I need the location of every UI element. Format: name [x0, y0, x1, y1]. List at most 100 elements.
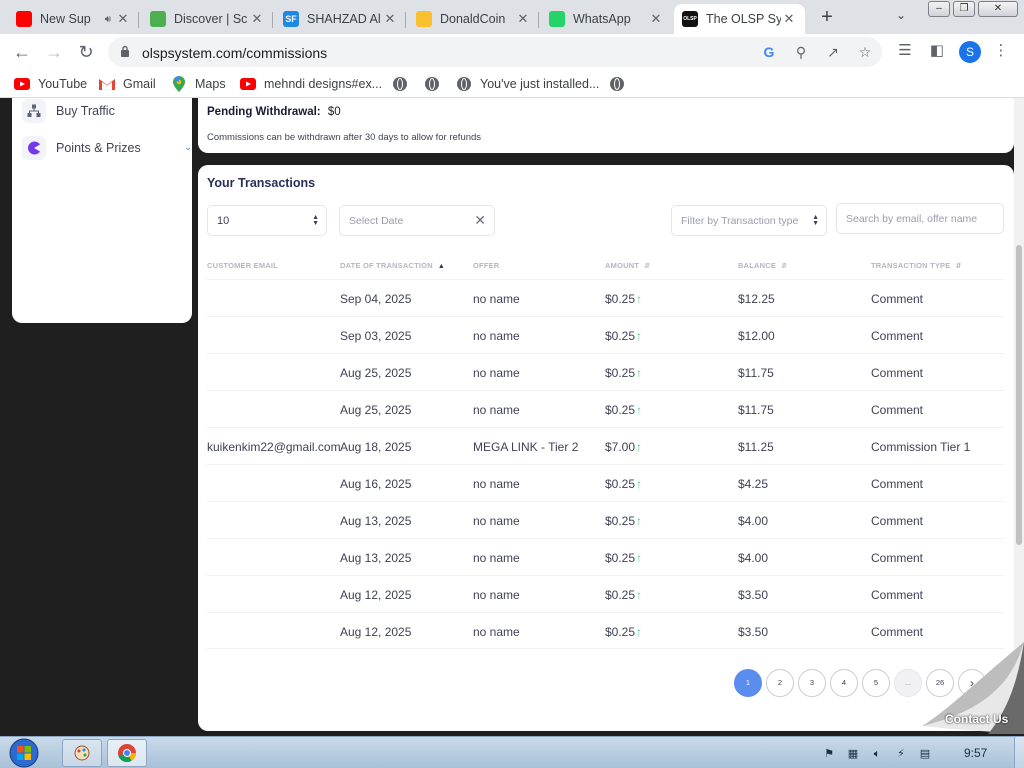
- transaction-type-select[interactable]: Filter by Transaction type ▲ ▼: [671, 205, 827, 236]
- column-amount[interactable]: AMOUNT ⇵: [605, 261, 650, 270]
- date-filter-input[interactable]: Select Date ✕: [339, 205, 495, 236]
- cell-type: Comment: [871, 588, 924, 602]
- back-arrow-icon[interactable]: ←: [10, 40, 34, 64]
- new-tab-button[interactable]: +: [816, 6, 838, 28]
- scrollbar-thumb[interactable]: [1016, 245, 1022, 545]
- notes-tray-icon[interactable]: ▤: [918, 747, 932, 761]
- cell-balance: $12.00: [738, 329, 775, 343]
- page-button[interactable]: 4: [830, 669, 858, 697]
- power-icon[interactable]: ⚡︎: [894, 747, 908, 761]
- profile-avatar[interactable]: S: [959, 41, 981, 63]
- side-panel-icon[interactable]: ◧: [927, 41, 947, 61]
- bookmark-item[interactable]: [392, 76, 408, 92]
- cell-type: Comment: [871, 403, 924, 417]
- column-customer-email[interactable]: CUSTOMER EMAIL: [207, 261, 278, 270]
- page-size-select[interactable]: 10 ▲ ▼: [207, 205, 327, 236]
- select-updown-icon: ▲ ▼: [812, 214, 819, 227]
- bookmark-item[interactable]: You've just installed...: [456, 76, 599, 92]
- bookmark-item[interactable]: mehndi designs#ex...: [240, 76, 382, 92]
- close-tab-icon[interactable]: ✕: [382, 11, 398, 27]
- media-controls-icon[interactable]: ☰: [895, 41, 915, 61]
- minimize-button[interactable]: –: [928, 1, 950, 17]
- bookmark-star-icon[interactable]: ☆: [856, 43, 874, 61]
- page-button[interactable]: 1: [734, 669, 762, 697]
- tab-1[interactable]: New Sup 🔊︎ ✕: [8, 4, 139, 34]
- gmail-icon: [99, 76, 115, 92]
- bookmark-item[interactable]: Gmail: [99, 76, 156, 92]
- taskbar-clock[interactable]: 9:57: [964, 746, 987, 760]
- paint-icon: [74, 745, 90, 761]
- reload-icon[interactable]: ↻: [74, 40, 98, 64]
- table-row: Aug 25, 2025 no name $0.25↑ $11.75 Comment: [207, 353, 1004, 390]
- taskbar-paint-app[interactable]: [62, 739, 102, 767]
- contact-us-link[interactable]: Contact Us: [945, 712, 1008, 726]
- tab-separator: [538, 12, 539, 28]
- share-icon[interactable]: ↗: [824, 43, 842, 61]
- bookmark-item[interactable]: [424, 76, 440, 92]
- forward-arrow-icon[interactable]: →: [42, 40, 66, 64]
- tab-3[interactable]: SF SHAHZAD Al ✕: [275, 4, 406, 34]
- bookmark-label: YouTube: [38, 77, 88, 91]
- sidebar-item-buy-traffic[interactable]: Buy Traffic: [22, 99, 115, 123]
- column-date[interactable]: DATE OF TRANSACTION ▲︎: [340, 261, 445, 270]
- zoom-icon[interactable]: ⚲: [792, 43, 810, 61]
- column-transaction-type[interactable]: TRANSACTION TYPE ⇵: [871, 261, 962, 270]
- cell-offer: no name: [473, 551, 520, 565]
- cell-date: Aug 13, 2025: [340, 551, 412, 565]
- windows-start-icon[interactable]: [4, 738, 44, 768]
- cell-email[interactable]: kuikenkim22@gmail.com: [207, 440, 341, 454]
- google-lens-icon[interactable]: G: [760, 43, 778, 61]
- cell-amount: $0.25↑: [605, 588, 643, 602]
- bookmark-item[interactable]: [609, 76, 625, 92]
- network-tray-icon[interactable]: ▦: [846, 747, 860, 761]
- tab-6[interactable]: OLSP The OLSP Sy ✕: [674, 4, 805, 34]
- bookmark-item[interactable]: Maps: [171, 76, 226, 92]
- close-tab-icon[interactable]: ✕: [249, 11, 265, 27]
- clear-date-icon[interactable]: ✕: [474, 212, 486, 229]
- flag-icon[interactable]: ⚑: [822, 747, 836, 761]
- bookmarks-bar: YouTube Gmail Maps mehndi designs#ex... You'…: [0, 70, 1024, 98]
- audio-playing-icon[interactable]: 🔊︎: [105, 14, 111, 25]
- table-row: kuikenkim22@gmail.com Aug 18, 2025 MEGA LI…: [207, 427, 1004, 464]
- tab-search-chevron-icon[interactable]: ⌄: [896, 8, 906, 22]
- table-row: Sep 04, 2025 no name $0.25↑ $12.25 Comment: [207, 279, 1004, 316]
- cell-offer: no name: [473, 477, 520, 491]
- page-button[interactable]: 2: [766, 669, 794, 697]
- chrome-menu-icon[interactable]: ⋮: [991, 41, 1011, 61]
- globe-icon: [424, 76, 440, 92]
- show-desktop-button[interactable]: [1014, 737, 1024, 768]
- column-balance[interactable]: BALANCE ⇵: [738, 261, 787, 270]
- search-input[interactable]: Search by email, offer name: [836, 203, 1004, 234]
- page-button[interactable]: 5: [862, 669, 890, 697]
- transaction-type-placeholder: Filter by Transaction type: [681, 214, 799, 227]
- sidebar-item-points-prizes[interactable]: Points & Prizes: [22, 136, 141, 160]
- sort-icon: ⇵: [644, 263, 651, 270]
- close-tab-icon[interactable]: ✕: [115, 11, 131, 27]
- chevron-down-icon[interactable]: ⌄: [184, 142, 192, 153]
- bookmark-item[interactable]: YouTube: [14, 76, 87, 92]
- pending-withdrawal: Pending Withdrawal: $0: [207, 106, 341, 118]
- close-window-button[interactable]: ✕: [978, 1, 1018, 17]
- windows-taskbar: ⚑ ▦ 🔈︎ ⚡︎ ▤ 9:57: [0, 736, 1024, 768]
- cell-balance: $11.75: [738, 403, 774, 417]
- column-offer[interactable]: OFFER: [473, 261, 499, 270]
- pending-withdrawal-label: Pending Withdrawal:: [207, 106, 321, 118]
- cell-offer: no name: [473, 514, 520, 528]
- tab-4[interactable]: DonaldCoin ✕: [408, 4, 539, 34]
- page-button[interactable]: 3: [798, 669, 826, 697]
- address-bar[interactable]: olspsystem.com/commissions G ⚲ ↗ ☆: [108, 37, 882, 67]
- whatsapp-icon: [549, 11, 565, 27]
- close-tab-icon[interactable]: ✕: [648, 11, 664, 27]
- close-tab-icon[interactable]: ✕: [781, 11, 797, 27]
- volume-icon[interactable]: 🔈︎: [870, 747, 884, 761]
- tab-2[interactable]: Discover | Sc ✕: [142, 4, 273, 34]
- taskbar-chrome-app[interactable]: [107, 739, 147, 767]
- table-row: Aug 12, 2025 no name $0.25↑ $3.50 Comment: [207, 612, 1004, 649]
- arrow-up-icon: ↑: [636, 366, 643, 380]
- tab-separator: [138, 12, 139, 28]
- tab-5[interactable]: WhatsApp ✕: [541, 4, 672, 34]
- cell-balance: $3.50: [738, 588, 769, 602]
- table-row: Aug 16, 2025 no name $0.25↑ $4.25 Comment: [207, 464, 1004, 501]
- close-tab-icon[interactable]: ✕: [515, 11, 531, 27]
- restore-button[interactable]: ❐: [953, 1, 975, 17]
